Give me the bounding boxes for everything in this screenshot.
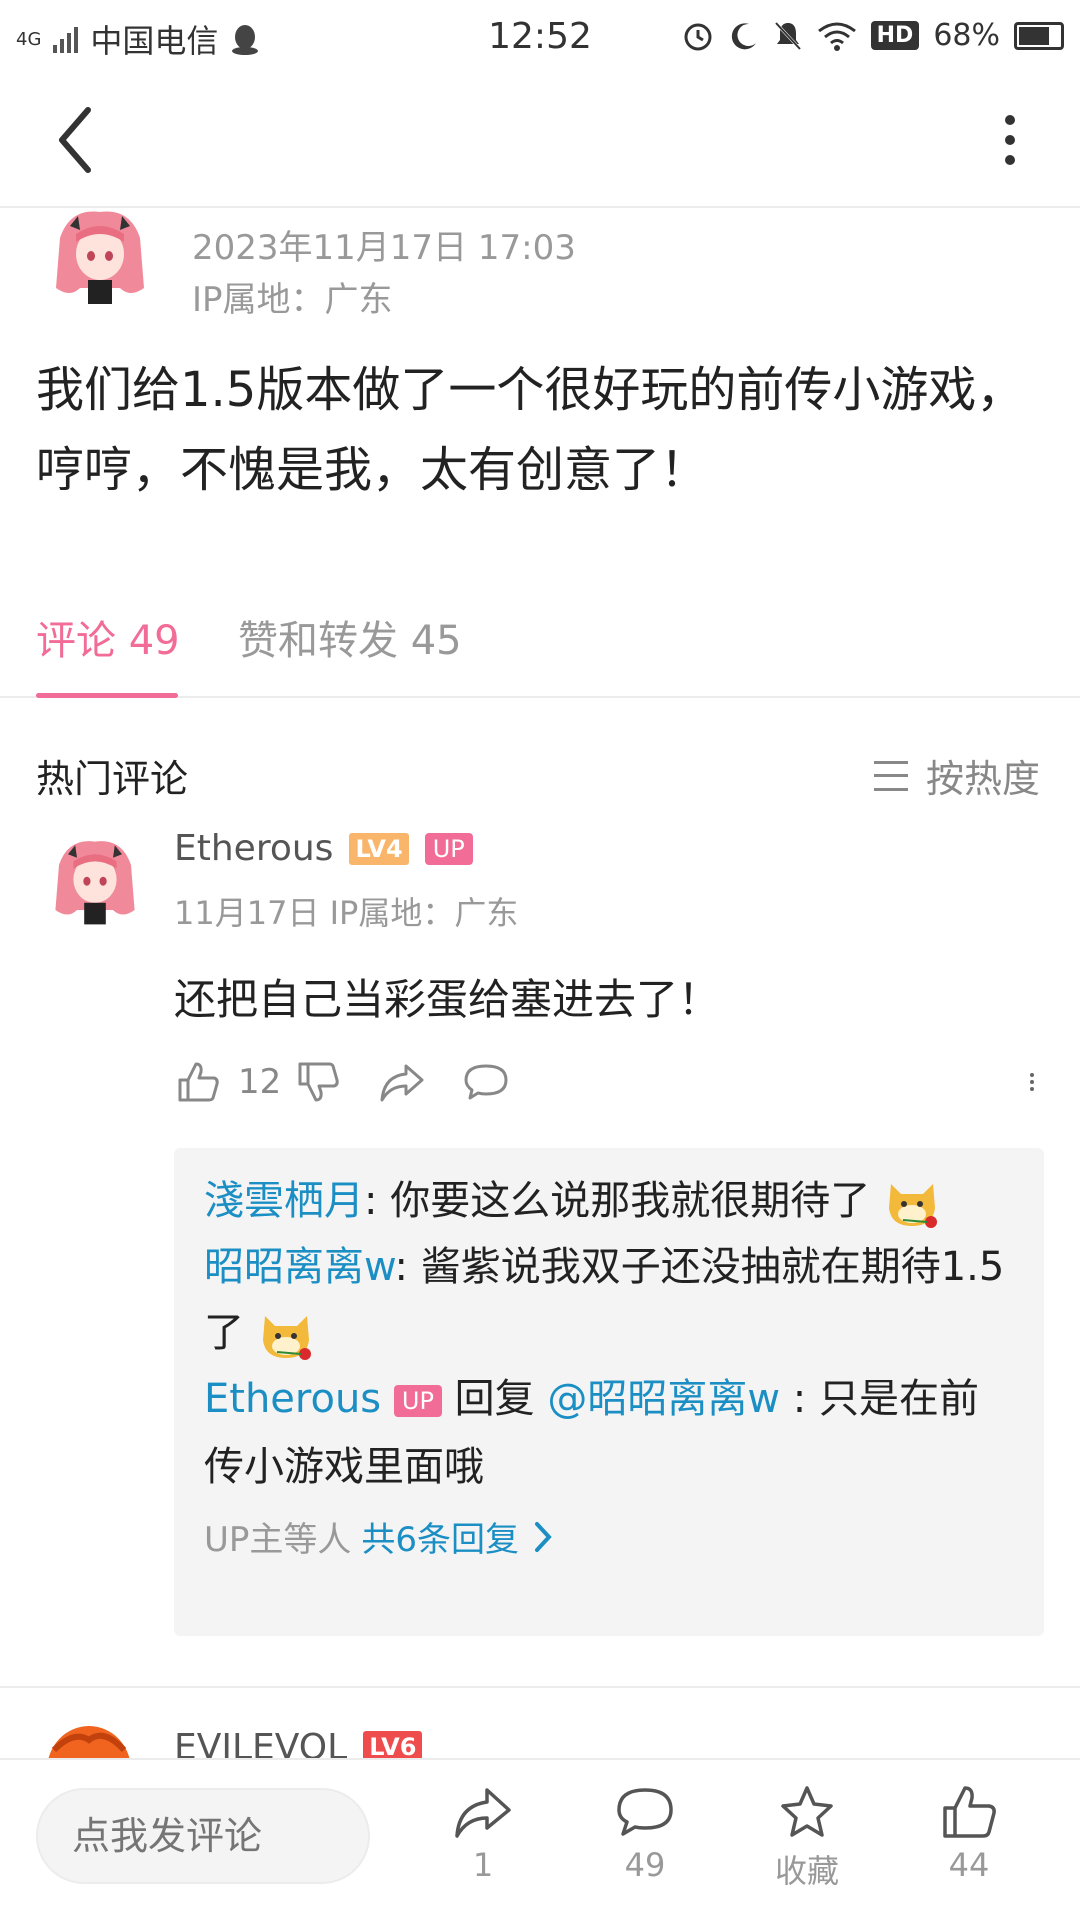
comment-author-row: Etherous LV4 UP bbox=[174, 828, 473, 869]
bottom-action-bar: 1 49 收藏 44 bbox=[0, 1758, 1080, 1920]
comment-actions: 12 bbox=[174, 1058, 1044, 1128]
hd-badge: HD bbox=[870, 21, 920, 50]
tab-comments[interactable]: 评论 49 bbox=[36, 608, 180, 666]
replies-box[interactable]: 淺雲栖月: 你要这么说那我就很期待了 昭昭离离w: 酱紫说我双子还没抽就在期待1… bbox=[174, 1148, 1044, 1636]
share-comment-button[interactable] bbox=[378, 1058, 426, 1106]
share-arrow-icon bbox=[455, 1788, 511, 1838]
share-count: 1 bbox=[472, 1846, 494, 1884]
comment-author-name[interactable]: Etherous bbox=[174, 828, 333, 869]
more-options-icon[interactable] bbox=[980, 100, 1040, 180]
comment-button[interactable]: 49 bbox=[590, 1782, 700, 1884]
comment-meta: 11月17日 IP属地：广东 bbox=[174, 894, 519, 932]
post-ip-location: IP属地：广东 bbox=[192, 280, 393, 320]
like-count: 12 bbox=[238, 1062, 282, 1102]
author-avatar[interactable] bbox=[50, 208, 150, 308]
like-count: 44 bbox=[948, 1846, 990, 1884]
mute-bell-icon bbox=[774, 21, 801, 50]
battery-icon bbox=[1014, 21, 1064, 50]
reply-item[interactable]: 淺雲栖月: 你要这么说那我就很期待了 bbox=[204, 1168, 1014, 1234]
vertical-dots-icon bbox=[1030, 1073, 1034, 1091]
reply-word: 回复 bbox=[454, 1376, 535, 1422]
reply-mention[interactable]: @昭昭离离w bbox=[547, 1376, 780, 1422]
favorite-button[interactable]: 收藏 bbox=[752, 1782, 862, 1892]
reply-item[interactable]: Etherous UP 回复 @昭昭离离w : 只是在前传小游戏里面哦 bbox=[204, 1366, 1014, 1500]
comment-input[interactable] bbox=[36, 1788, 370, 1884]
share-button[interactable]: 1 bbox=[428, 1782, 538, 1884]
thumbs-down-icon bbox=[298, 1062, 339, 1102]
view-all-replies[interactable]: UP主等人 共6条回复 bbox=[204, 1512, 1014, 1561]
sort-label: 按热度 bbox=[925, 757, 1040, 801]
moon-icon bbox=[731, 22, 756, 49]
sort-button[interactable]: 按热度 bbox=[873, 748, 1040, 803]
up-badge: UP bbox=[393, 1385, 442, 1417]
hot-comments-title: 热门评论 bbox=[36, 757, 189, 801]
comment-text: 还把自己当彩蛋给塞进去了！ bbox=[174, 975, 721, 1024]
up-badge: UP bbox=[424, 832, 473, 865]
reply-count-link[interactable]: 共6条回复 bbox=[361, 1512, 519, 1561]
like-button[interactable]: 12 bbox=[174, 1058, 281, 1106]
comment-tabs: 评论 49 赞和转发 45 bbox=[0, 580, 1080, 698]
back-icon[interactable] bbox=[40, 100, 120, 180]
alarm-icon bbox=[684, 23, 712, 50]
top-nav bbox=[0, 80, 1080, 208]
reply-item[interactable]: 昭昭离离w: 酱紫说我双子还没抽就在期待1.5了 bbox=[204, 1234, 1014, 1366]
divider bbox=[0, 1686, 1080, 1688]
post-timestamp: 2023年11月17日 17:03 bbox=[192, 228, 576, 268]
like-post-button[interactable]: 44 bbox=[914, 1782, 1024, 1884]
thumbs-up-icon bbox=[943, 1786, 996, 1838]
speech-bubble-icon bbox=[464, 1064, 508, 1100]
post-meta: 2023年11月17日 17:03 IP属地：广东 bbox=[192, 222, 576, 326]
comment-more-button[interactable] bbox=[1020, 1058, 1044, 1106]
reply-more-prefix: UP主等人 bbox=[204, 1520, 352, 1560]
thumbs-up-icon bbox=[178, 1062, 219, 1102]
reply-text: : 你要这么说那我就很期待了 bbox=[364, 1178, 871, 1224]
post-content: 我们给1.5版本做了一个很好玩的前传小游戏，哼哼，不愧是我，太有创意了！ bbox=[36, 362, 1025, 498]
comment-count: 49 bbox=[624, 1846, 666, 1884]
tab-likes-reposts[interactable]: 赞和转发 45 bbox=[238, 608, 462, 666]
favorite-label: 收藏 bbox=[774, 1852, 839, 1890]
status-bar: 4G 中国电信 12:52 HD 68% bbox=[0, 0, 1080, 80]
dislike-button[interactable] bbox=[294, 1058, 342, 1106]
share-arrow-icon bbox=[380, 1064, 424, 1102]
status-right: HD 68% bbox=[681, 18, 1064, 53]
comment-avatar[interactable] bbox=[50, 838, 140, 928]
doge-rose-emoji-icon bbox=[262, 1316, 311, 1360]
level-badge: LV4 bbox=[349, 832, 409, 865]
active-tab-indicator bbox=[36, 693, 178, 698]
reply-author[interactable]: Etherous bbox=[204, 1376, 381, 1422]
doge-rose-emoji-icon bbox=[888, 1184, 937, 1228]
reply-author[interactable]: 淺雲栖月 bbox=[204, 1178, 364, 1224]
star-icon bbox=[781, 1786, 833, 1837]
reply-button[interactable] bbox=[462, 1058, 510, 1106]
wifi-icon bbox=[817, 22, 856, 51]
battery-percent: 68% bbox=[933, 18, 1000, 53]
speech-bubble-icon bbox=[617, 1788, 673, 1836]
menu-lines-icon bbox=[873, 760, 908, 791]
chevron-right-icon bbox=[535, 1521, 552, 1552]
reply-author[interactable]: 昭昭离离w bbox=[204, 1244, 395, 1290]
